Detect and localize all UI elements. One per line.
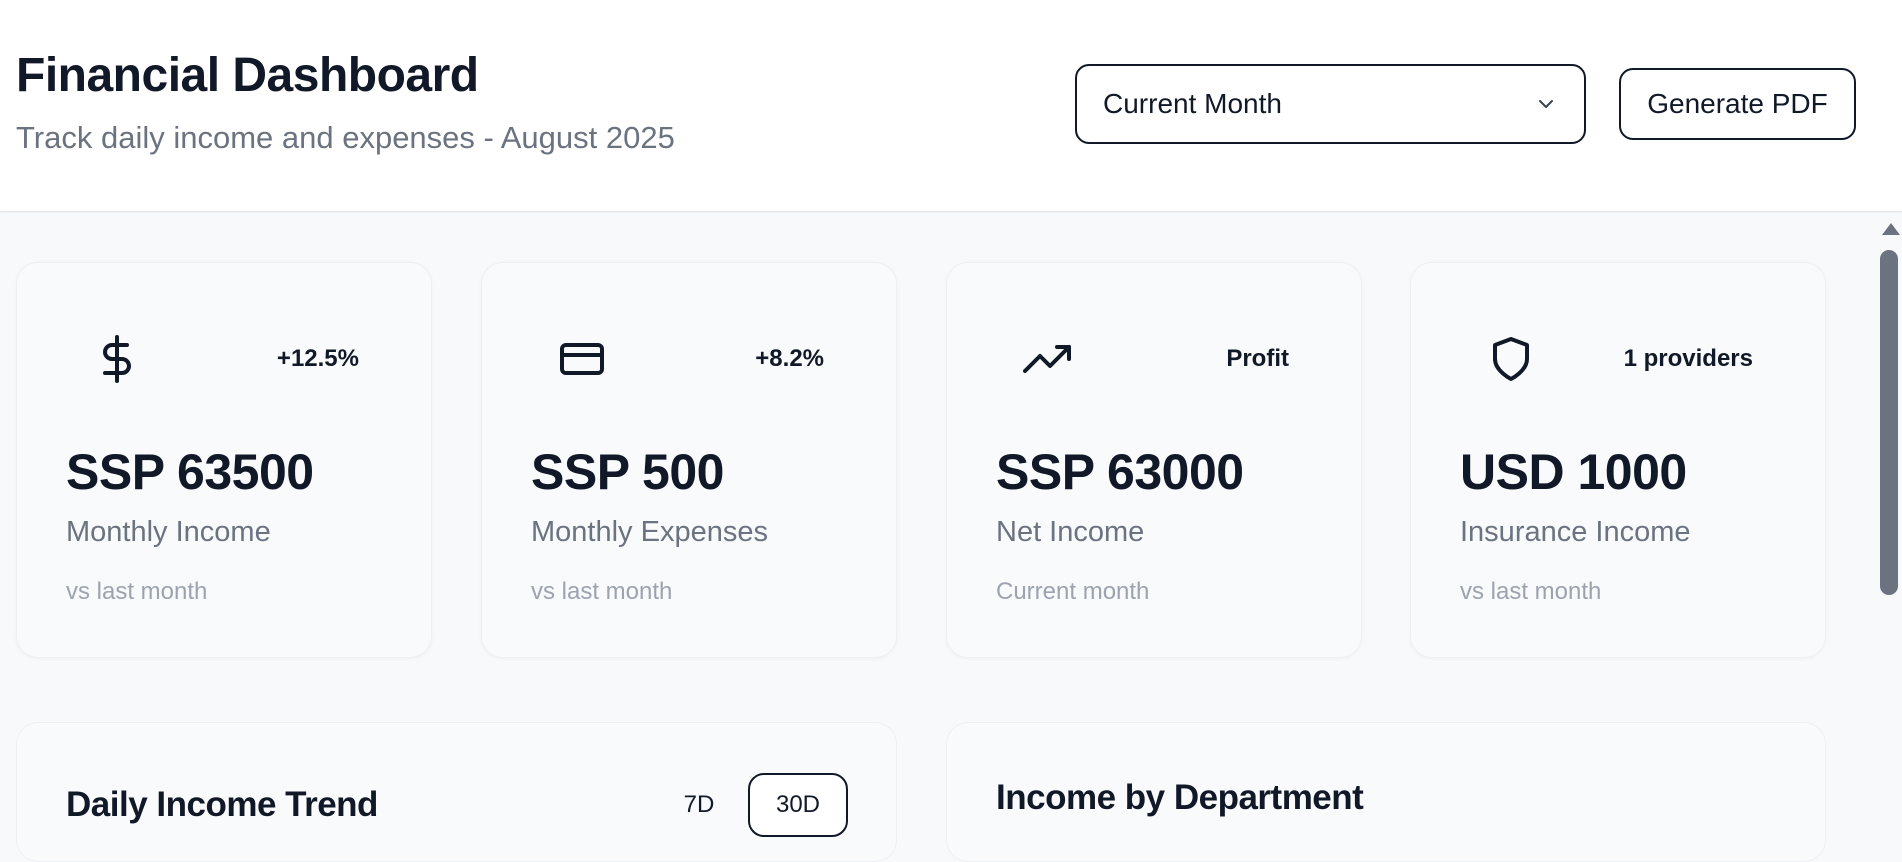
stat-card-monthly-income: +12.5% SSP 63500 Monthly Income vs last … — [16, 262, 432, 658]
stat-value: SSP 63500 — [66, 444, 314, 500]
range-7d-button[interactable]: 7D — [663, 773, 735, 837]
stat-label: Insurance Income — [1460, 516, 1691, 548]
stat-note: vs last month — [531, 578, 673, 605]
stat-badge: Profit — [1226, 345, 1289, 372]
daily-income-trend-title: Daily Income Trend — [66, 785, 378, 824]
income-by-department-title: Income by Department — [996, 778, 1364, 817]
scrollbar-thumb[interactable] — [1880, 250, 1898, 595]
stat-value: USD 1000 — [1460, 444, 1687, 500]
stat-card-net-income: Profit SSP 63000 Net Income Current mont… — [946, 262, 1362, 658]
period-select[interactable]: Current Month — [1075, 64, 1586, 144]
stat-badge: +8.2% — [755, 345, 824, 372]
daily-income-trend-panel: Daily Income Trend 7D 30D — [16, 722, 897, 862]
stat-badge: 1 providers — [1623, 345, 1753, 372]
page-header: Financial Dashboard Track daily income a… — [0, 0, 1902, 212]
trending-up-icon — [1023, 345, 1071, 373]
stat-note: vs last month — [66, 578, 208, 605]
stat-note: Current month — [996, 578, 1150, 605]
stat-note: vs last month — [1460, 578, 1602, 605]
stat-card-monthly-expenses: +8.2% SSP 500 Monthly Expenses vs last m… — [481, 262, 897, 658]
period-select-value: Current Month — [1103, 88, 1282, 119]
stat-card-insurance-income: 1 providers USD 1000 Insurance Income vs… — [1410, 262, 1826, 658]
dollar-icon — [103, 335, 131, 383]
credit-card-icon — [560, 343, 604, 375]
income-by-department-panel: Income by Department — [946, 722, 1826, 862]
page-subtitle: Track daily income and expenses - August… — [16, 120, 675, 155]
stat-value: SSP 500 — [531, 444, 724, 500]
page-title: Financial Dashboard — [16, 49, 479, 102]
stat-label: Monthly Income — [66, 516, 271, 548]
vertical-scrollbar[interactable] — [1876, 213, 1902, 824]
shield-icon — [1493, 337, 1529, 381]
range-30d-button[interactable]: 30D — [748, 773, 848, 837]
stat-value: SSP 63000 — [996, 444, 1244, 500]
generate-pdf-button[interactable]: Generate PDF — [1619, 68, 1856, 140]
stat-badge: +12.5% — [276, 345, 359, 372]
scroll-up-arrow-icon[interactable] — [1882, 223, 1900, 235]
stat-label: Monthly Expenses — [531, 516, 768, 548]
chevron-down-icon — [1539, 100, 1553, 108]
stat-label: Net Income — [996, 516, 1145, 548]
